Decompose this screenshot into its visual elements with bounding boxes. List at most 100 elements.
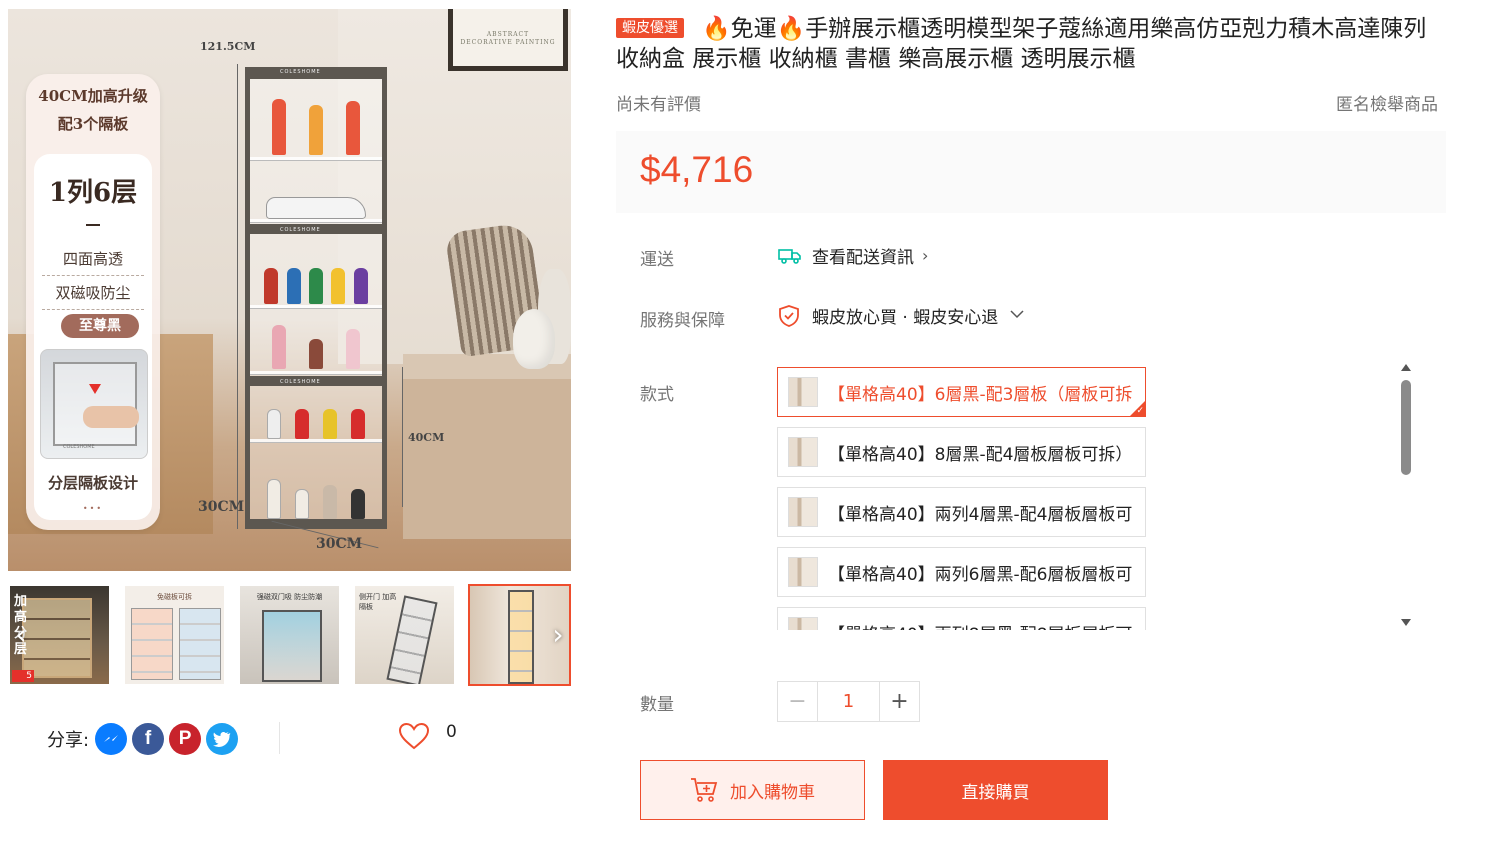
variant-option[interactable]: 【單格高40】兩列4層黑-配4層板層板可 bbox=[777, 487, 1146, 537]
share-label: 分享: bbox=[47, 730, 90, 751]
promo-big-text: 1列6层 bbox=[48, 178, 138, 208]
cabinet-brand: COLESHOME bbox=[280, 69, 321, 75]
scrollbar-thumb[interactable] bbox=[1401, 380, 1411, 475]
promo-panel: 40CM加高升级 配3个隔板 1列6层 四面高透 双磁吸防尘 至尊黑 COLES… bbox=[26, 74, 160, 530]
shelf-dimension: 40CM bbox=[408, 431, 445, 444]
thumbnail-strip: 加高分层 5 免磁板可拆 强磁双门吸 防尘防潮 侧开门 加高隔板 ‹ › bbox=[8, 584, 571, 686]
variant-thumbnail bbox=[788, 497, 818, 527]
like-button[interactable]: 0 bbox=[398, 722, 457, 750]
truck-icon bbox=[778, 248, 801, 264]
arrow-down-icon bbox=[89, 384, 101, 394]
shelf-dim-line bbox=[402, 367, 403, 507]
variant-thumbnail bbox=[788, 617, 818, 630]
share-divider bbox=[279, 722, 280, 754]
promo-bottom-text: 分层隔板设计 bbox=[47, 474, 138, 492]
chevron-down-icon bbox=[1010, 308, 1024, 323]
promo-headline: 40CM加高升级 配3个隔板 bbox=[36, 82, 150, 138]
thumbnail-3-caption: 强磁双门吸 防尘防潮 bbox=[256, 593, 323, 601]
product-title: 蝦皮優選 🔥免運🔥手辦展示櫃透明模型架子蔻絲適用樂高仿亞剋力積木高達陳列收納盒 展… bbox=[616, 14, 1446, 74]
cabinet-brand-2: COLESHOME bbox=[280, 227, 321, 233]
guarantee-dropdown[interactable]: 蝦皮放心買 · 蝦皮安心退 bbox=[778, 303, 1024, 328]
buy-now-button[interactable]: 直接購買 bbox=[883, 760, 1108, 820]
variant-thumbnail bbox=[788, 557, 818, 587]
variant-list: 【單格高40】6層黑-配3層板（層板可拆 ✓ 【單格高40】8層黑-配4層板層板… bbox=[777, 367, 1147, 630]
heart-icon bbox=[398, 722, 430, 750]
main-product-image[interactable]: ABSTRACT DECORATIVE PAINTING COLESHOME C… bbox=[8, 9, 571, 571]
promo-feature-1: 四面高透 bbox=[42, 248, 144, 276]
height-dimension: 121.5CM bbox=[200, 40, 256, 53]
variant-option-label: 【單格高40】兩列6層黑-配6層板層板可 bbox=[828, 564, 1133, 585]
scroll-up-icon[interactable] bbox=[1401, 364, 1411, 371]
variant-label: 款式 bbox=[640, 385, 674, 405]
chevron-right-icon[interactable]: › bbox=[545, 620, 571, 650]
variant-thumbnail bbox=[788, 377, 818, 407]
share-row: 分享: f P bbox=[47, 722, 243, 756]
thumbnail-2-caption: 免磁板可拆 bbox=[157, 593, 192, 601]
guarantee-value: 蝦皮放心買 · 蝦皮安心退 bbox=[812, 308, 999, 328]
shelf-bricks bbox=[260, 244, 372, 304]
depth-dimension: 30CM bbox=[198, 499, 245, 515]
quantity-decrease-button[interactable]: − bbox=[778, 682, 818, 721]
promo-top-line-1: 40CM加高升级 bbox=[38, 87, 148, 105]
quantity-stepper: − 1 + bbox=[777, 681, 920, 722]
shield-icon bbox=[779, 304, 799, 327]
mall-badge: 蝦皮優選 bbox=[616, 18, 684, 38]
promo-photo-glass bbox=[53, 362, 137, 446]
price-box: $4,716 bbox=[616, 131, 1446, 213]
facebook-icon[interactable]: f bbox=[132, 723, 165, 755]
messenger-icon[interactable] bbox=[95, 723, 128, 755]
buy-now-label: 直接購買 bbox=[961, 782, 1030, 803]
promo-photo-brand: COLESHOME bbox=[63, 444, 95, 450]
width-dimension: 30CM bbox=[316, 536, 363, 552]
variant-option[interactable]: 【單格高40】兩列8層黑-配8層板層板可 bbox=[777, 607, 1146, 630]
quantity-input[interactable]: 1 bbox=[818, 682, 879, 721]
add-to-cart-icon bbox=[691, 778, 718, 802]
twitter-icon[interactable] bbox=[206, 723, 239, 755]
shelf-figures bbox=[260, 93, 372, 155]
variant-option-label: 【單格高40】兩列8層黑-配8層板層板可 bbox=[828, 620, 1132, 631]
check-icon: ✓ bbox=[1136, 406, 1144, 416]
shipping-label: 運送 bbox=[640, 250, 674, 270]
variant-option[interactable]: 【單格高40】8層黑-配4層板層板可拆） bbox=[777, 427, 1146, 477]
product-price: $4,716 bbox=[640, 149, 754, 190]
height-dim-line bbox=[237, 64, 238, 529]
shelf-rabbits bbox=[260, 444, 372, 519]
variant-option-label: 【單格高40】6層黑-配3層板（層板可拆 bbox=[828, 384, 1133, 405]
product-title-text: 🔥免運🔥手辦展示櫃透明模型架子蔻絲適用樂高仿亞剋力積木高達陳列收納盒 展示櫃 收… bbox=[616, 16, 1427, 72]
variant-option[interactable]: 【單格高40】兩列6層黑-配6層板層板可 bbox=[777, 547, 1146, 597]
variant-option-label: 【單格高40】兩列4層黑-配4層板層板可 bbox=[828, 504, 1133, 525]
promo-photo-hand bbox=[83, 406, 139, 428]
pinterest-icon[interactable]: P bbox=[169, 723, 202, 755]
image-vase bbox=[513, 309, 555, 369]
shelf-bears bbox=[260, 394, 372, 439]
quantity-label: 數量 bbox=[640, 695, 674, 715]
shipping-value: 查看配送資訊 bbox=[812, 248, 914, 268]
thumbnail-4-caption: 侧开门 加高隔板 bbox=[359, 593, 397, 611]
report-product-link[interactable]: 匿名檢舉商品 bbox=[1336, 90, 1438, 115]
cabinet-brand-3: COLESHOME bbox=[280, 379, 321, 385]
thumbnail-4[interactable]: 侧开门 加高隔板 bbox=[353, 584, 456, 686]
add-to-cart-button[interactable]: 加入購物車 bbox=[640, 760, 865, 820]
art-frame-text: ABSTRACT DECORATIVE PAINTING bbox=[460, 31, 556, 46]
scroll-down-icon[interactable] bbox=[1401, 619, 1411, 626]
add-to-cart-label: 加入購物車 bbox=[730, 782, 815, 803]
variant-option[interactable]: 【單格高40】6層黑-配3層板（層板可拆 ✓ bbox=[777, 367, 1146, 417]
thumbnail-1-badge: 5 bbox=[12, 670, 34, 682]
like-count: 0 bbox=[446, 722, 457, 742]
shipping-info-link[interactable]: 查看配送資訊 › bbox=[778, 243, 928, 268]
promo-top-line-2: 配3个隔板 bbox=[57, 115, 129, 133]
quantity-increase-button[interactable]: + bbox=[879, 682, 919, 721]
shelf-dolls bbox=[260, 309, 372, 369]
promo-divider bbox=[86, 224, 100, 226]
display-cabinet: COLESHOME COLESHOME COLESHOME bbox=[245, 67, 387, 529]
rating-text: 尚未有評價 bbox=[616, 95, 701, 115]
thumbnail-2[interactable]: 免磁板可拆 bbox=[123, 584, 226, 686]
chevron-left-icon[interactable]: ‹ bbox=[8, 620, 34, 650]
variant-scrollbar[interactable] bbox=[1398, 360, 1414, 630]
variant-thumbnail bbox=[788, 437, 818, 467]
promo-color-badge: 至尊黑 bbox=[61, 314, 139, 338]
chevron-right-icon: › bbox=[922, 246, 929, 265]
rating-row: 尚未有評價 匿名檢舉商品 bbox=[616, 90, 1438, 115]
promo-page-dots: ••• bbox=[82, 504, 104, 513]
thumbnail-3[interactable]: 强磁双门吸 防尘防潮 bbox=[238, 584, 341, 686]
